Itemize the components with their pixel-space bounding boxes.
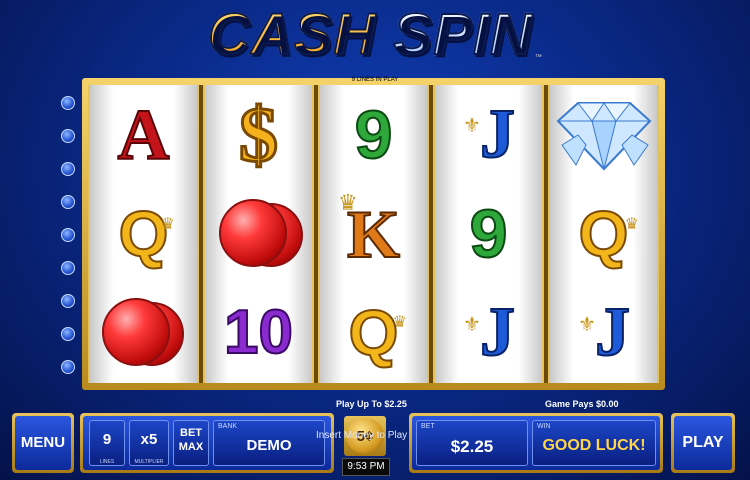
- reel-1: A Q ♛: [88, 85, 199, 383]
- clock-time: 9:53 PM: [342, 458, 390, 476]
- reel-cell: 9: [435, 184, 542, 283]
- payline-dot[interactable]: [61, 96, 75, 110]
- payline-dot[interactable]: [61, 261, 75, 275]
- symbol-nine: 9: [469, 195, 509, 272]
- play-label: PLAY: [682, 434, 724, 451]
- fleur-de-lis-icon: ⚜: [463, 115, 481, 137]
- symbol-dollar: $: [238, 90, 280, 178]
- reel-cell: 10: [205, 284, 312, 383]
- reel-3: 9 K ♛ Q ♛: [318, 85, 429, 383]
- win-value: GOOD LUCK!: [542, 437, 646, 454]
- reel-cell: [205, 184, 312, 283]
- play-up-to-text: Play Up To $2.25: [336, 399, 407, 409]
- win-display: WIN GOOD LUCK!: [532, 420, 656, 466]
- reel-cell: $: [205, 85, 312, 184]
- game-pays-text: Game Pays $0.00: [545, 399, 619, 409]
- game-title: CASH SPIN ™: [0, 1, 750, 68]
- lines-value: 9: [102, 431, 112, 448]
- bank-caption: BANK: [218, 423, 238, 430]
- menu-label: MENU: [20, 434, 66, 451]
- reel-cell: 9: [320, 85, 427, 184]
- reel-cell: K ♛: [320, 184, 427, 283]
- crown-icon: ♛: [392, 313, 407, 331]
- bet-controls-panel: 9 LINES x5 MULTIPLIER BET MAX BANK DEMO: [80, 413, 334, 473]
- symbol-jack: J: [594, 294, 631, 372]
- lines-button[interactable]: 9 LINES: [89, 420, 125, 466]
- reel-5: Q ♛ ⚜ J: [548, 85, 659, 383]
- play-button[interactable]: PLAY: [671, 413, 735, 473]
- reel-cell: Q ♛: [320, 284, 427, 383]
- symbol-ace: A: [117, 94, 171, 175]
- crown-icon: ♛: [338, 190, 358, 216]
- symbol-ten: 10: [223, 298, 294, 368]
- bet-max-button[interactable]: BET MAX: [173, 420, 209, 466]
- title-spin: SPIN: [393, 1, 533, 68]
- ruby-gems-icon: [213, 197, 305, 271]
- bet-win-panel: BET $2.25 WIN GOOD LUCK!: [409, 413, 663, 473]
- menu-button[interactable]: MENU: [12, 413, 74, 473]
- payline-dot[interactable]: [61, 195, 75, 209]
- reel-cell: ⚜ J: [550, 284, 657, 383]
- reel-cell: Q ♛: [90, 184, 197, 283]
- symbol-queen: Q: [348, 297, 400, 370]
- title-cash: CASH: [207, 1, 377, 68]
- reel-frame: A Q ♛ $ 10 9 K ♛ Q ♛ ⚜ J 9 ⚜ J Q ♛ ⚜ J: [82, 78, 665, 390]
- reel-cell: [550, 85, 657, 184]
- insert-money-text: Insert Money to Play: [316, 430, 408, 441]
- bet-value: $2.25: [450, 437, 494, 456]
- trademark: ™: [534, 54, 542, 61]
- symbol-jack: J: [479, 95, 516, 173]
- diamond-icon: [556, 101, 651, 171]
- bet-caption: BET: [421, 423, 435, 430]
- bet-max-line1: BET: [180, 427, 202, 439]
- fleur-de-lis-icon: ⚜: [578, 313, 596, 336]
- reel-cell: [90, 284, 197, 383]
- reel-cell: A: [90, 85, 197, 184]
- reels: A Q ♛ $ 10 9 K ♛ Q ♛ ⚜ J 9 ⚜ J Q ♛ ⚜ J: [88, 85, 659, 383]
- payline-dot[interactable]: [61, 129, 75, 143]
- multiplier-caption: MULTIPLIER: [134, 459, 164, 465]
- payline-dot[interactable]: [61, 294, 75, 308]
- payline-dot[interactable]: [61, 327, 75, 341]
- reel-2: $ 10: [203, 85, 314, 383]
- symbol-nine: 9: [354, 96, 394, 173]
- ruby-gems-icon: [98, 296, 190, 370]
- crown-icon: ♛: [624, 216, 639, 234]
- bet-display: BET $2.25: [416, 420, 528, 466]
- payline-dot[interactable]: [61, 228, 75, 242]
- bank-display: BANK DEMO: [213, 420, 325, 466]
- multiplier-button[interactable]: x5 MULTIPLIER: [129, 420, 169, 466]
- lines-caption: LINES: [99, 459, 115, 465]
- lines-in-play: 9 LINES IN PLAY: [351, 77, 399, 83]
- reel-cell: ⚜ J: [435, 284, 542, 383]
- bank-value: DEMO: [246, 437, 292, 454]
- symbol-jack: J: [479, 294, 516, 372]
- payline-dot[interactable]: [61, 162, 75, 176]
- win-caption: WIN: [537, 423, 551, 430]
- symbol-queen: Q: [578, 197, 630, 270]
- crown-icon: ♛: [160, 216, 175, 234]
- payline-markers: [61, 96, 77, 386]
- reel-cell: Q ♛: [550, 184, 657, 283]
- reel-cell: ⚜ J: [435, 85, 542, 184]
- reel-4: ⚜ J 9 ⚜ J: [433, 85, 544, 383]
- bet-max-line2: MAX: [178, 441, 204, 453]
- payline-dot[interactable]: [61, 360, 75, 374]
- multiplier-value: x5: [140, 431, 158, 448]
- fleur-de-lis-icon: ⚜: [463, 313, 481, 336]
